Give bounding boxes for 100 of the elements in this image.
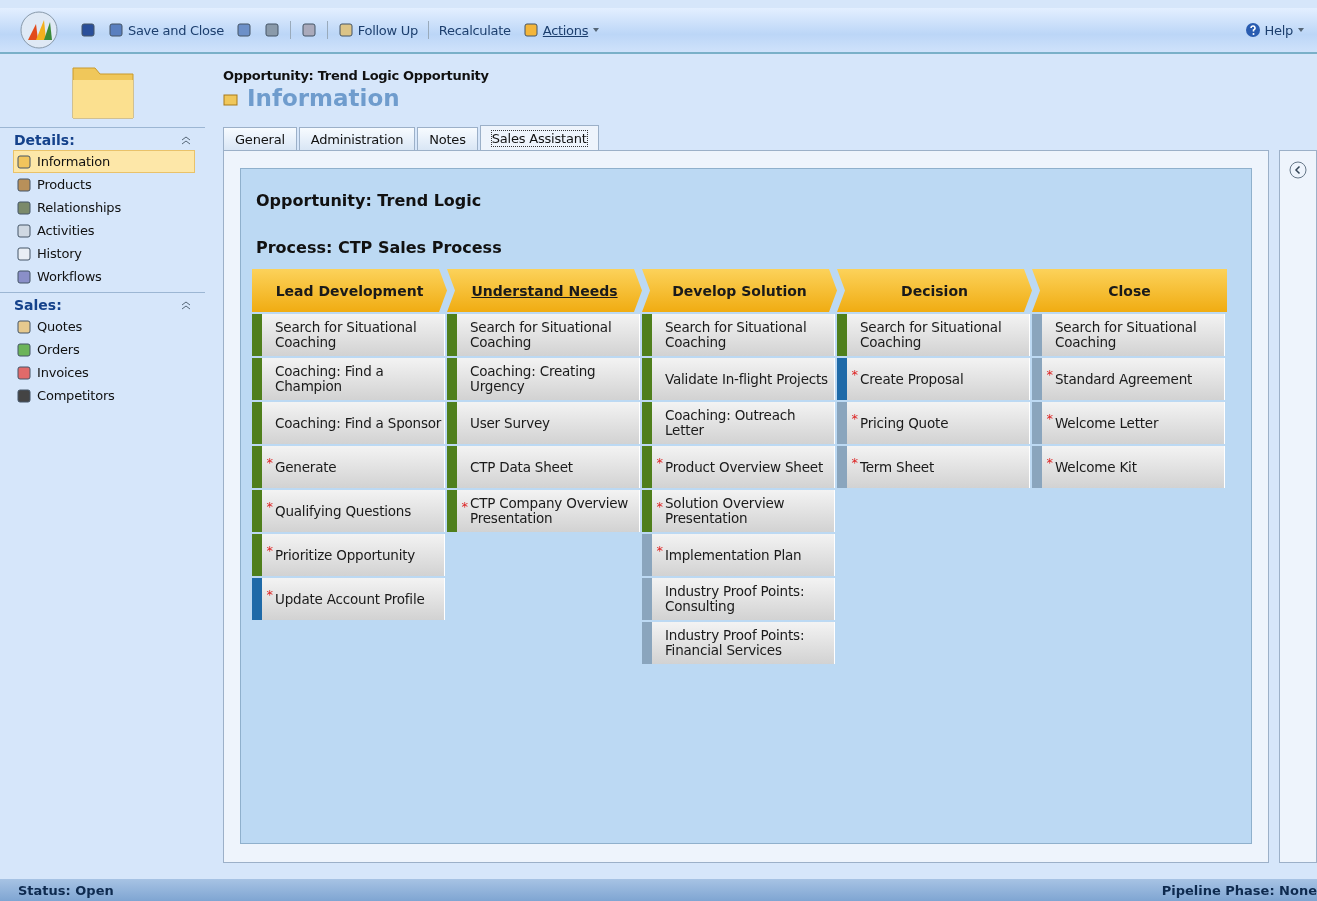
stage-header[interactable]: Decision — [837, 269, 1032, 312]
step-label: Solution Overview Presentation — [664, 494, 786, 528]
status-text: Status: Open — [18, 882, 114, 898]
process-step[interactable]: *Welcome Kit — [1032, 446, 1225, 488]
step-label: CTP Data Sheet — [469, 457, 574, 477]
step-label: Prioritize Opportunity — [274, 545, 417, 565]
step-label: Coaching: Find a Sponsor — [274, 413, 443, 433]
help-icon — [1244, 22, 1261, 38]
required-mark: * — [850, 455, 858, 470]
collapse-icon[interactable] — [181, 300, 191, 310]
caret-icon — [592, 27, 601, 33]
process-step[interactable]: Search for Situational Coaching — [837, 314, 1030, 356]
actions-menu[interactable]: Actions — [520, 20, 603, 40]
process-step[interactable]: *Qualifying Questions — [252, 490, 445, 532]
sidebar-item[interactable]: Products — [13, 173, 195, 196]
step-label: Standard Agreement — [1054, 369, 1194, 389]
tab[interactable]: Sales Assistant — [479, 125, 599, 150]
sidebar-item[interactable]: Competitors — [13, 384, 195, 407]
process-step[interactable]: *Pricing Quote — [837, 402, 1030, 444]
collapse-icon[interactable] — [1289, 161, 1307, 179]
process-step[interactable]: User Survey — [447, 402, 640, 444]
process-step[interactable]: Industry Proof Points: Financial Services — [642, 622, 835, 664]
collapse-icon[interactable] — [181, 135, 191, 145]
step-label: CTP Company Overview Presentation — [469, 494, 630, 528]
process-step[interactable]: *Generate — [252, 446, 445, 488]
step-label: Coaching: Creating Urgency — [469, 362, 597, 396]
required-mark: * — [655, 543, 663, 558]
process-step[interactable]: *Create Proposal — [837, 358, 1030, 400]
sidebar-item[interactable]: Quotes — [13, 315, 195, 338]
stage-header[interactable]: Understand Needs — [447, 269, 642, 312]
step-label: Search for Situational Coaching — [1054, 318, 1198, 352]
step-label: Search for Situational Coaching — [469, 318, 613, 352]
process-step[interactable]: Validate In-flight Projects — [642, 358, 835, 400]
process-step[interactable]: Coaching: Outreach Letter — [642, 402, 835, 444]
process-step[interactable]: *Welcome Letter — [1032, 402, 1225, 444]
sidebar-item[interactable]: Invoices — [13, 361, 195, 384]
help-menu[interactable]: Help — [1242, 20, 1307, 40]
step-label: Welcome Kit — [1054, 457, 1138, 477]
step-label: Coaching: Find a Champion — [274, 362, 385, 396]
step-label: Search for Situational Coaching — [274, 318, 418, 352]
required-mark: * — [265, 587, 273, 602]
record-name: Opportunity: Trend Logic Opportunity — [223, 68, 490, 83]
step-label: Pricing Quote — [859, 413, 950, 433]
step-label: Generate — [274, 457, 338, 477]
required-mark: * — [655, 499, 663, 514]
sidebar-item[interactable]: Workflows — [13, 265, 195, 288]
sidebar-item[interactable]: Relationships — [13, 196, 195, 219]
tab[interactable]: General — [223, 127, 297, 150]
toolbar-button[interactable]: Save and Close — [106, 20, 226, 40]
process-step[interactable]: Search for Situational Coaching — [252, 314, 445, 356]
required-mark: * — [460, 499, 468, 514]
process-step[interactable]: CTP Data Sheet — [447, 446, 640, 488]
toolbar-button[interactable]: Follow Up — [335, 20, 420, 40]
stage-header[interactable]: Lead Development — [252, 269, 447, 312]
step-label: Create Proposal — [859, 369, 965, 389]
opportunity-heading: Opportunity: Trend Logic — [256, 191, 483, 210]
step-label: Qualifying Questions — [274, 501, 413, 521]
required-mark: * — [265, 455, 273, 470]
process-step[interactable]: *Product Overview Sheet — [642, 446, 835, 488]
process-step[interactable]: *Prioritize Opportunity — [252, 534, 445, 576]
process-step[interactable]: Search for Situational Coaching — [642, 314, 835, 356]
required-mark: * — [265, 543, 273, 558]
process-step[interactable]: Industry Proof Points: Consulting — [642, 578, 835, 620]
step-label: Product Overview Sheet — [664, 457, 825, 477]
process-step[interactable]: Search for Situational Coaching — [447, 314, 640, 356]
sidebar-item[interactable]: History — [13, 242, 195, 265]
caret-icon — [1297, 27, 1305, 33]
stage-header[interactable]: Close — [1032, 269, 1227, 312]
process-step[interactable]: *Term Sheet — [837, 446, 1030, 488]
step-label: Industry Proof Points: Financial Services — [664, 626, 806, 660]
process-step[interactable]: Coaching: Creating Urgency — [447, 358, 640, 400]
required-mark: * — [265, 499, 273, 514]
required-mark: * — [850, 367, 858, 382]
process-step[interactable]: *Standard Agreement — [1032, 358, 1225, 400]
section-title: Sales: — [14, 297, 62, 313]
sidebar-item[interactable]: Orders — [13, 338, 195, 361]
tab[interactable]: Notes — [417, 127, 478, 150]
step-label: Welcome Letter — [1054, 413, 1160, 433]
process-step[interactable]: *Implementation Plan — [642, 534, 835, 576]
process-step[interactable]: Coaching: Find a Sponsor — [252, 402, 445, 444]
step-label: Search for Situational Coaching — [859, 318, 1003, 352]
process-step[interactable]: *Update Account Profile — [252, 578, 445, 620]
pipeline-phase: Pipeline Phase: None — [1161, 882, 1317, 898]
tab[interactable]: Administration — [298, 127, 416, 150]
step-label: Search for Situational Coaching — [664, 318, 808, 352]
section-title: Details: — [14, 132, 75, 148]
step-label: Update Account Profile — [274, 589, 426, 609]
step-label: Implementation Plan — [664, 545, 803, 565]
step-label: Validate In-flight Projects — [664, 369, 829, 389]
toolbar-button[interactable]: Recalculate — [436, 20, 513, 40]
required-mark: * — [655, 455, 663, 470]
process-step[interactable]: Search for Situational Coaching — [1032, 314, 1225, 356]
sidebar-item[interactable]: Activities — [13, 219, 195, 242]
stage-header[interactable]: Develop Solution — [642, 269, 837, 312]
required-mark: * — [1045, 411, 1053, 426]
page-title: Information — [247, 85, 400, 111]
sidebar-item[interactable]: Information — [13, 150, 195, 173]
process-step[interactable]: Coaching: Find a Champion — [252, 358, 445, 400]
step-label: Term Sheet — [859, 457, 936, 477]
process-heading: Process: CTP Sales Process — [256, 238, 503, 257]
